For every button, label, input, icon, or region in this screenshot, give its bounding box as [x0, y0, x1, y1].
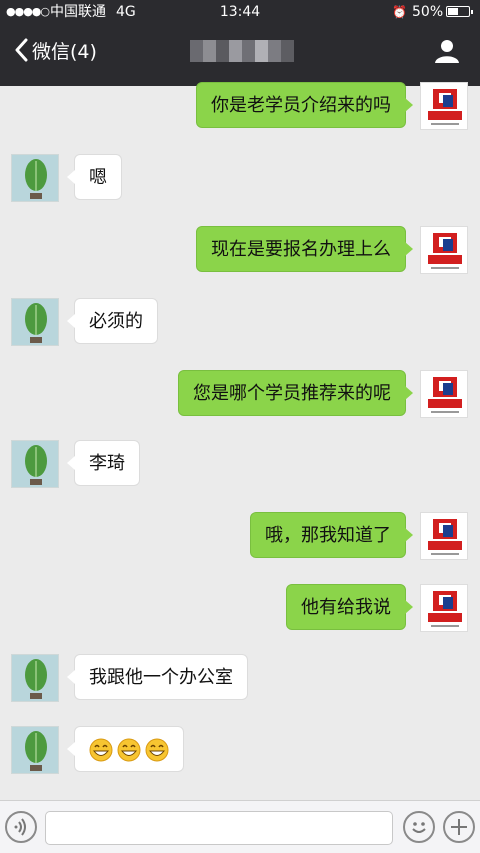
leaf-avatar[interactable] [11, 726, 59, 774]
message-row: 你是老学员介绍来的吗 [0, 82, 480, 132]
message-text: 必须的 [89, 311, 143, 332]
message-bubble-outgoing[interactable]: 哦，那我知道了 [250, 512, 413, 558]
message-row: 李琦 [0, 440, 480, 490]
nav-bar: 微信(4) [0, 24, 480, 86]
message-bubble-outgoing[interactable]: 现在是要报名办理上么 [196, 226, 413, 272]
message-bubble-incoming[interactable]: 李琦 [67, 440, 140, 486]
message-row [0, 726, 480, 776]
logo-icon [428, 89, 462, 125]
chevron-left-icon [15, 38, 28, 62]
leaf-icon [12, 155, 58, 201]
emoji-button[interactable] [403, 811, 435, 843]
more-button[interactable] [443, 811, 475, 843]
leaf-icon [12, 655, 58, 701]
message-text: 嗯 [89, 167, 107, 188]
input-bar [0, 800, 480, 853]
plus-icon [451, 819, 467, 835]
logo-icon [428, 233, 462, 269]
grin-emoji [89, 738, 113, 762]
chat-area[interactable]: 你是老学员介绍来的吗 嗯 现在是要报名办理上么 必须的 您是哪个学员推荐来的呢 … [0, 82, 480, 800]
battery-icon [446, 6, 473, 17]
message-text: 您是哪个学员推荐来的呢 [193, 383, 391, 404]
message-row: 我跟他一个办公室 [0, 654, 480, 704]
message-bubble-incoming[interactable]: 我跟他一个办公室 [67, 654, 248, 700]
grin-emoji [145, 738, 169, 762]
back-button[interactable]: 微信(4) [14, 36, 97, 64]
logo-icon [428, 591, 462, 627]
logo-avatar[interactable] [420, 82, 468, 130]
leaf-avatar[interactable] [11, 298, 59, 346]
leaf-avatar[interactable] [11, 654, 59, 702]
message-bubble-incoming[interactable]: 必须的 [67, 298, 158, 344]
message-row: 哦，那我知道了 [0, 512, 480, 562]
message-input[interactable] [45, 811, 393, 845]
status-time: 13:44 [219, 4, 261, 20]
leaf-icon [12, 441, 58, 487]
logo-avatar[interactable] [420, 226, 468, 274]
chat-title-blurred [190, 40, 294, 62]
message-row: 嗯 [0, 154, 480, 204]
logo-icon [428, 377, 462, 413]
back-label: 微信(4) [32, 40, 97, 63]
message-row: 您是哪个学员推荐来的呢 [0, 370, 480, 420]
emoji-icon [412, 822, 426, 833]
message-bubble-outgoing[interactable]: 您是哪个学员推荐来的呢 [178, 370, 413, 416]
leaf-avatar[interactable] [11, 154, 59, 202]
message-bubble-incoming[interactable] [67, 726, 184, 773]
message-bubble-outgoing[interactable]: 他有给我说 [286, 584, 413, 630]
message-text: 现在是要报名办理上么 [211, 239, 391, 260]
battery-percent: 50% [412, 4, 444, 20]
message-text: 哦，那我知道了 [265, 525, 391, 546]
top-bar: ●●●●○ 中国联通 4G 13:44 ⏰ 50% 微信(4) [0, 0, 480, 86]
leaf-icon [12, 299, 58, 345]
logo-avatar[interactable] [420, 584, 468, 632]
leaf-avatar[interactable] [11, 440, 59, 488]
message-row: 必须的 [0, 298, 480, 348]
message-text: 他有给我说 [301, 597, 391, 618]
message-row: 现在是要报名办理上么 [0, 226, 480, 276]
grin-emoji [117, 738, 141, 762]
message-text: 我跟他一个办公室 [89, 667, 233, 688]
emoji-group [89, 727, 169, 773]
message-text: 你是老学员介绍来的吗 [211, 95, 391, 116]
logo-avatar[interactable] [420, 370, 468, 418]
logo-icon [428, 519, 462, 555]
message-row: 他有给我说 [0, 584, 480, 634]
person-icon[interactable] [434, 38, 460, 64]
voice-button[interactable] [5, 811, 37, 843]
message-bubble-incoming[interactable]: 嗯 [67, 154, 122, 200]
alarm-icon: ⏰ [392, 5, 407, 19]
status-bar: ●●●●○ 中国联通 4G 13:44 ⏰ 50% [0, 0, 480, 24]
voice-icon [14, 818, 26, 836]
message-text: 李琦 [89, 453, 125, 474]
message-bubble-outgoing[interactable]: 你是老学员介绍来的吗 [196, 82, 413, 128]
logo-avatar[interactable] [420, 512, 468, 560]
leaf-icon [12, 727, 58, 773]
